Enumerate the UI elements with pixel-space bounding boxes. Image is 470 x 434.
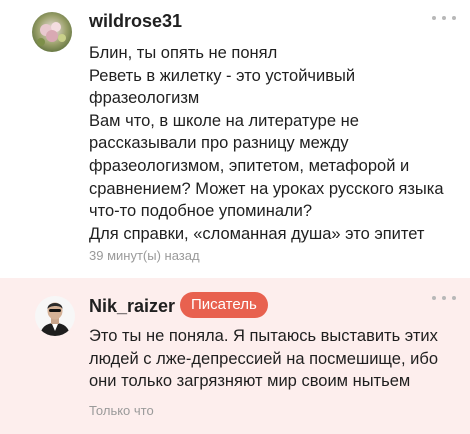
writer-badge: Писатель — [180, 292, 268, 318]
comment-text: Это ты не поняла. Я пытаюсь выставить эт… — [89, 327, 438, 391]
comment-text: Блин, ты опять не понял Реветь в жилетку… — [89, 44, 444, 243]
flower-photo-avatar-icon — [32, 12, 72, 52]
more-dots-icon[interactable] — [432, 14, 456, 22]
more-dots-icon[interactable] — [432, 294, 456, 302]
comment-timestamp: 39 минут(ы) назад — [89, 248, 200, 263]
avatar[interactable] — [32, 12, 72, 52]
comment-timestamp: Только что — [89, 403, 154, 418]
username[interactable]: wildrose31 — [89, 11, 182, 32]
man-in-suit-avatar-icon — [35, 296, 75, 336]
username[interactable]: Nik_raizer — [89, 296, 175, 317]
avatar[interactable] — [35, 296, 75, 336]
